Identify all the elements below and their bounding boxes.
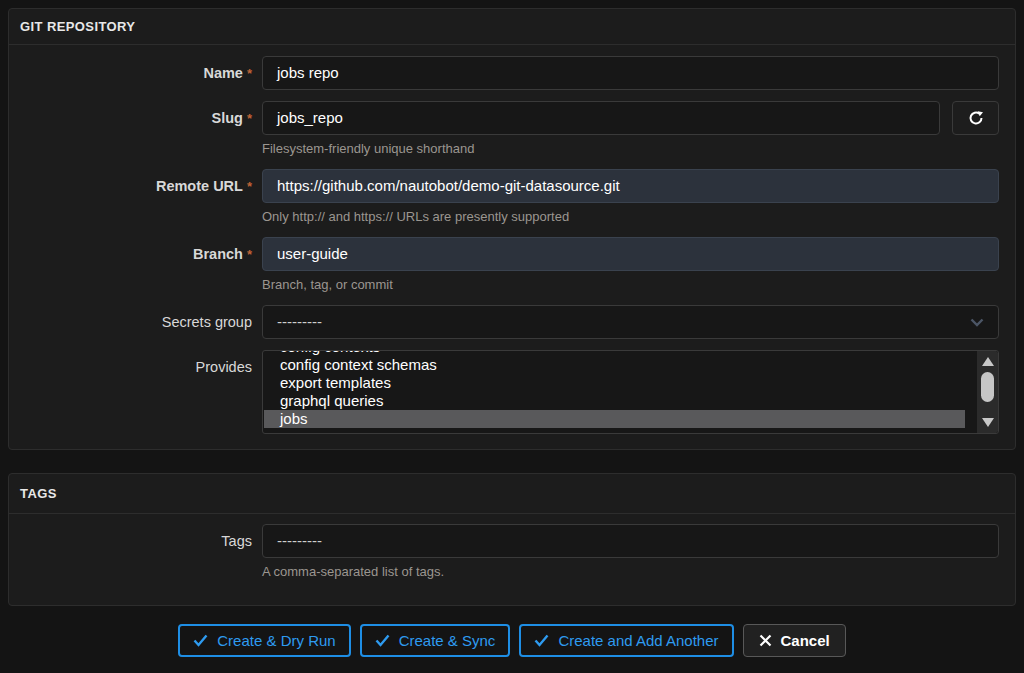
provides-label: Provides [25, 350, 252, 434]
cancel-label: Cancel [781, 632, 830, 649]
refresh-icon [968, 110, 984, 126]
create-sync-button[interactable]: Create & Sync [360, 624, 511, 657]
branch-input[interactable]: user-guide [262, 237, 999, 271]
provides-option[interactable]: graphql queries [264, 392, 965, 410]
provides-options: config contexts config context schemas e… [264, 350, 965, 428]
slug-label-text: Slug [212, 110, 243, 126]
branch-required-asterisk: * [247, 247, 252, 262]
remote-url-label-text: Remote URL [156, 178, 243, 194]
name-required-asterisk: * [247, 66, 252, 81]
tags-input[interactable]: --------- [262, 524, 999, 558]
remote-url-required-asterisk: * [247, 179, 252, 194]
provides-option[interactable]: jobs [264, 410, 965, 428]
slug-field-row: Slug * jobs_repo Filesystem-friendly uniq… [25, 101, 999, 158]
secrets-group-selected-value: --------- [277, 312, 322, 332]
slug-label: Slug * [25, 101, 252, 158]
create-dry-run-button[interactable]: Create & Dry Run [178, 624, 350, 657]
tags-help-text: A comma-separated list of tags. [262, 564, 999, 579]
check-icon [534, 634, 549, 647]
form-actions: Create & Dry Run Create & Sync Create an… [8, 624, 1016, 657]
create-dry-run-label: Create & Dry Run [217, 632, 335, 649]
provides-option[interactable]: export templates [264, 374, 965, 392]
close-icon [759, 634, 772, 647]
scroll-up-icon[interactable] [982, 357, 994, 366]
tags-panel-body: Tags --------- A comma-separated list of… [9, 514, 1015, 605]
slug-required-asterisk: * [247, 111, 252, 126]
branch-field-row: Branch * user-guide Branch, tag, or commi… [25, 237, 999, 294]
provides-field-row: Provides config contexts config context … [25, 350, 999, 434]
name-label: Name * [25, 56, 252, 90]
create-add-another-label: Create and Add Another [558, 632, 718, 649]
tags-panel-title: TAGS [9, 474, 1015, 514]
secrets-group-label: Secrets group [25, 305, 252, 339]
branch-label: Branch * [25, 237, 252, 294]
tags-panel: TAGS Tags --------- A comma-separated li… [8, 473, 1016, 606]
name-field-row: Name * jobs repo [25, 56, 999, 90]
page: GIT REPOSITORY Name * jobs repo Slug * job… [0, 0, 1024, 665]
secrets-group-field-row: Secrets group --------- [25, 305, 999, 339]
provides-option[interactable]: config context schemas [264, 356, 965, 374]
create-sync-label: Create & Sync [399, 632, 496, 649]
remote-url-help-text: Only http:// and https:// URLs are prese… [262, 209, 999, 224]
slug-help-text: Filesystem-friendly unique shorthand [262, 141, 999, 156]
regenerate-slug-button[interactable] [952, 101, 999, 135]
git-repository-panel: GIT REPOSITORY Name * jobs repo Slug * job… [8, 8, 1016, 450]
provides-multiselect[interactable]: config contexts config context schemas e… [262, 350, 999, 434]
slug-input[interactable]: jobs_repo [262, 101, 940, 135]
provides-scrollbar[interactable] [977, 351, 998, 433]
git-repository-panel-title: GIT REPOSITORY [9, 9, 1015, 45]
cancel-button[interactable]: Cancel [743, 624, 846, 657]
check-icon [375, 634, 390, 647]
tags-field-row: Tags --------- A comma-separated list of… [25, 524, 999, 581]
tags-label: Tags [25, 524, 252, 581]
secrets-group-select[interactable]: --------- [262, 305, 999, 339]
remote-url-label: Remote URL * [25, 169, 252, 226]
scrollbar-thumb[interactable] [981, 372, 994, 402]
chevron-down-icon [970, 318, 984, 327]
create-add-another-button[interactable]: Create and Add Another [519, 624, 733, 657]
remote-url-field-row: Remote URL * https://github.com/nautobot/… [25, 169, 999, 226]
remote-url-input[interactable]: https://github.com/nautobot/demo-git-dat… [262, 169, 999, 203]
name-input[interactable]: jobs repo [262, 56, 999, 90]
scroll-down-icon[interactable] [982, 418, 994, 427]
name-label-text: Name [203, 65, 243, 81]
branch-label-text: Branch [193, 246, 243, 262]
check-icon [193, 634, 208, 647]
branch-help-text: Branch, tag, or commit [262, 277, 999, 292]
git-repository-panel-body: Name * jobs repo Slug * jobs_repo [9, 45, 1015, 449]
